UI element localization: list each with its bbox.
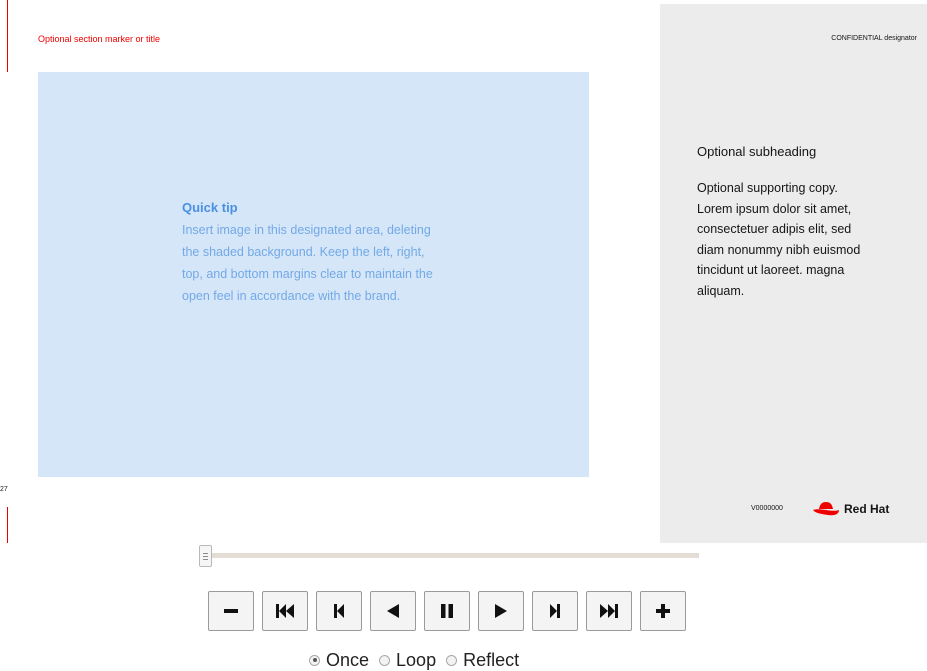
plus-icon	[656, 604, 670, 618]
loop-mode-group: Once Loop Reflect	[309, 649, 529, 671]
quick-tip-body: Insert image in this designated area, de…	[182, 223, 433, 303]
slide: Optional section marker or title Quick t…	[0, 0, 927, 543]
skip-to-start-icon	[276, 604, 294, 618]
slider-thumb[interactable]	[199, 545, 212, 567]
playback-controls	[208, 591, 686, 631]
version-code: V0000000	[751, 505, 783, 512]
pause-icon	[441, 604, 453, 618]
minus-icon	[224, 609, 238, 613]
play-icon	[495, 604, 507, 618]
radio-loop[interactable]	[379, 654, 391, 666]
frame-slider[interactable]	[199, 545, 699, 567]
first-frame-button[interactable]	[262, 591, 308, 631]
quick-tip: Quick tip Insert image in this designate…	[182, 200, 442, 307]
step-forward-icon	[550, 604, 560, 618]
mode-loop-label: Loop	[396, 649, 437, 670]
left-accent-rule-bottom	[7, 507, 8, 543]
side-panel: CONFIDENTIAL designator Optional subhead…	[660, 4, 927, 543]
logo-text: Red Hat	[844, 502, 890, 516]
section-marker: Optional section marker or title	[38, 34, 161, 44]
last-frame-button[interactable]	[586, 591, 632, 631]
zoom-in-button[interactable]	[640, 591, 686, 631]
mode-once[interactable]: Once	[309, 650, 369, 671]
slider-track[interactable]	[209, 553, 699, 558]
play-button[interactable]	[478, 591, 524, 631]
step-back-icon	[334, 604, 344, 618]
mode-once-label: Once	[326, 649, 370, 670]
pause-button[interactable]	[424, 591, 470, 631]
panel-subheading: Optional subheading	[697, 144, 817, 159]
mode-reflect[interactable]: Reflect	[446, 650, 519, 671]
quick-tip-title: Quick tip	[182, 200, 238, 215]
zoom-out-button[interactable]	[208, 591, 254, 631]
reverse-play-icon	[387, 604, 399, 618]
skip-to-end-icon	[600, 604, 618, 618]
play-reverse-button[interactable]	[370, 591, 416, 631]
radio-once[interactable]	[309, 654, 320, 666]
step-back-button[interactable]	[316, 591, 362, 631]
page-number: 27	[0, 486, 8, 493]
mode-reflect-label: Reflect	[463, 649, 520, 670]
confidential-designator: CONFIDENTIAL designator	[831, 35, 917, 42]
step-forward-button[interactable]	[532, 591, 578, 631]
image-placeholder-area: Quick tip Insert image in this designate…	[38, 72, 589, 477]
radio-reflect[interactable]	[446, 654, 458, 666]
red-hat-icon	[813, 502, 839, 516]
panel-supporting-copy: Optional supporting copy. Lorem ipsum do…	[697, 181, 861, 298]
mode-loop[interactable]: Loop	[379, 650, 436, 671]
left-accent-rule	[7, 0, 8, 72]
red-hat-logo: Red Hat	[812, 498, 889, 520]
